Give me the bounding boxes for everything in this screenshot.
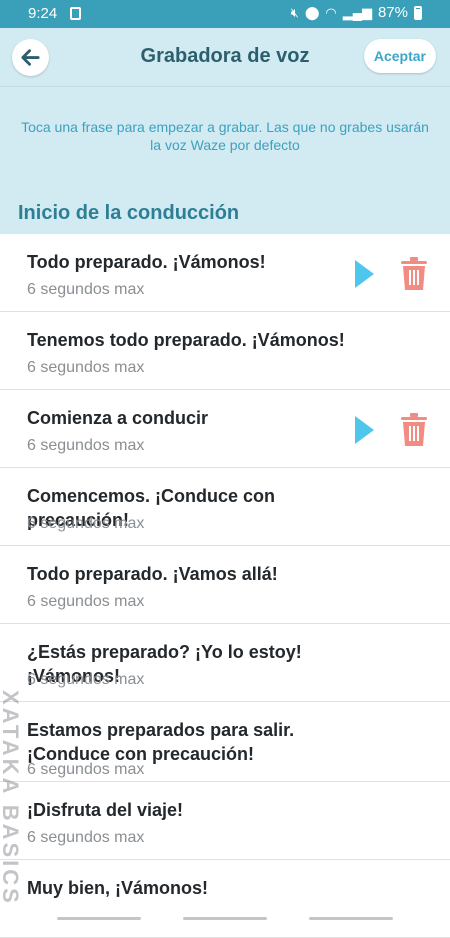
phrase-text: Todo preparado. ¡Vámonos! <box>27 252 266 272</box>
instruction-text: Toca una frase para empezar a grabar. La… <box>21 119 429 153</box>
phrase-text: Tenemos todo preparado. ¡Vámonos! <box>27 330 345 350</box>
nav-handle[interactable] <box>309 917 393 920</box>
phrase-row[interactable]: Comencemos. ¡Conduce con precaución! 6 s… <box>0 468 450 546</box>
phrase-row[interactable]: Estamos preparados para salir. ¡Conduce … <box>0 702 450 782</box>
info-panel: Toca una frase para empezar a grabar. La… <box>0 86 450 235</box>
trash-icon[interactable] <box>399 413 429 447</box>
phrase-limit: 6 segundos max <box>27 515 145 532</box>
location-icon: ⬤ <box>304 5 320 20</box>
phrase-list: Todo preparado. ¡Vámonos! 6 segundos max… <box>0 234 450 938</box>
battery-percent: 87% <box>377 4 408 21</box>
status-icons: 🔇︎ ⬤ ◠ ▂▄▆ 87% <box>291 4 422 21</box>
wifi-icon: ◠ <box>325 5 337 20</box>
system-nav-bar <box>0 909 450 925</box>
phrase-row[interactable]: ¿Estás preparado? ¡Yo lo estoy! ¡Vámonos… <box>0 624 450 702</box>
notification-icon <box>70 7 81 20</box>
nav-handle[interactable] <box>183 917 267 920</box>
phrase-row[interactable]: Tenemos todo preparado. ¡Vámonos! 6 segu… <box>0 312 450 390</box>
phrase-text: Muy bien, ¡Vámonos! <box>27 878 209 898</box>
phrase-text: ¡Disfruta del viaje! <box>27 800 184 820</box>
watermark-logo: XATAKA BASICS <box>0 660 47 910</box>
trash-icon[interactable] <box>399 257 429 291</box>
watermark-text: XATAKA BASICS <box>0 690 23 906</box>
signal-icon: ▂▄▆ <box>342 5 372 20</box>
phrase-limit: 6 segundos max <box>27 281 145 298</box>
play-icon[interactable] <box>355 416 374 444</box>
section-title: Inicio de la conducción <box>18 202 240 224</box>
battery-icon <box>414 5 422 20</box>
status-time: 9:24 <box>28 5 58 22</box>
phrase-row[interactable]: Todo preparado. ¡Vámonos! 6 segundos max <box>0 234 450 312</box>
phrase-limit: 6 segundos max <box>27 359 145 376</box>
nav-handle[interactable] <box>57 917 141 920</box>
phrase-limit: 6 segundos max <box>27 437 145 454</box>
status-bar: 9:24 🔇︎ ⬤ ◠ ▂▄▆ 87% <box>0 0 450 28</box>
phrase-row[interactable]: Muy bien, ¡Vámonos! <box>0 860 450 938</box>
phrase-limit: 6 segundos max <box>27 593 145 610</box>
phrase-text: Todo preparado. ¡Vamos allá! <box>27 564 278 584</box>
phrase-text: Estamos preparados para salir. ¡Conduce … <box>27 720 295 764</box>
phrase-row[interactable]: Todo preparado. ¡Vamos allá! 6 segundos … <box>0 546 450 624</box>
app-header: Grabadora de voz Aceptar <box>0 28 450 86</box>
phrase-text: Comienza a conducir <box>27 408 209 428</box>
play-icon[interactable] <box>355 260 374 288</box>
phrase-row[interactable]: ¡Disfruta del viaje! 6 segundos max <box>0 782 450 860</box>
accept-button[interactable]: Aceptar <box>363 39 436 73</box>
mute-icon: 🔇︎ <box>290 5 299 20</box>
phrase-row[interactable]: Comienza a conducir 6 segundos max <box>0 390 450 468</box>
